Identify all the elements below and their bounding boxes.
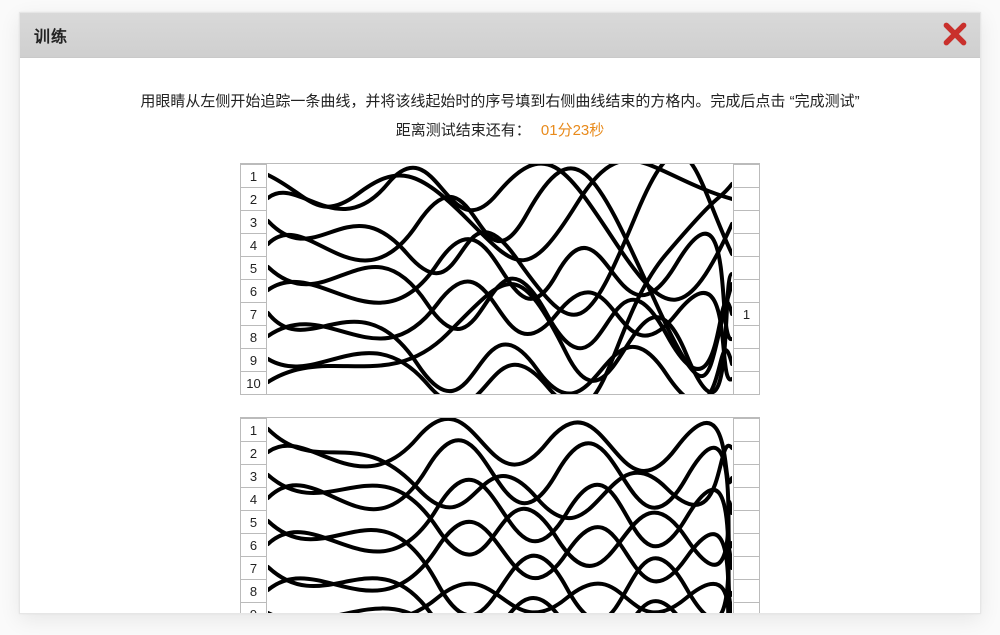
answer-cell[interactable] (733, 371, 759, 394)
curve-canvas-1 (268, 164, 732, 394)
answer-cell[interactable] (733, 487, 759, 510)
answer-cell[interactable]: 1 (733, 302, 759, 325)
answer-cell[interactable] (733, 210, 759, 233)
curve-canvas-2 (268, 418, 732, 614)
left-label: 4 (241, 233, 267, 256)
left-label: 7 (241, 556, 267, 579)
answer-cell[interactable] (733, 233, 759, 256)
answer-cell[interactable] (733, 187, 759, 210)
answer-cell[interactable] (733, 348, 759, 371)
left-label: 3 (241, 464, 267, 487)
left-label: 7 (241, 302, 267, 325)
left-label: 5 (241, 510, 267, 533)
left-label: 3 (241, 210, 267, 233)
left-label: 6 (241, 533, 267, 556)
left-label: 2 (241, 187, 267, 210)
answer-cell[interactable] (733, 325, 759, 348)
curve-board-2: 1 2 3 4 5 6 7 8 9 10 (240, 417, 760, 614)
instructions-text: 用眼睛从左侧开始追踪一条曲线，并将该线起始时的序号填到右侧曲线结束的方格内。完成… (50, 88, 950, 117)
answer-cell[interactable] (733, 418, 759, 441)
instructions: 用眼睛从左侧开始追踪一条曲线，并将该线起始时的序号填到右侧曲线结束的方格内。完成… (50, 88, 950, 145)
left-label: 1 (241, 418, 267, 441)
answer-cell[interactable] (733, 556, 759, 579)
left-label: 4 (241, 487, 267, 510)
title-bar: 训练 (20, 13, 980, 58)
answer-cell[interactable] (733, 464, 759, 487)
close-icon (942, 21, 968, 47)
dialog-window: 训练 用眼睛从左侧开始追踪一条曲线，并将该线起始时的序号填到右侧曲线结束的方格内… (19, 12, 981, 614)
timer-value: 01分23秒 (541, 122, 604, 139)
left-label: 2 (241, 441, 267, 464)
left-label: 6 (241, 279, 267, 302)
left-label: 5 (241, 256, 267, 279)
close-button[interactable] (942, 21, 968, 47)
left-label: 1 (241, 164, 267, 187)
answer-cell[interactable] (733, 579, 759, 602)
boards-wrap: 1 2 3 4 5 6 7 1 8 9 10 (240, 163, 760, 614)
left-label: 9 (241, 602, 267, 614)
window-title: 训练 (34, 23, 68, 47)
content-area: 用眼睛从左侧开始追踪一条曲线，并将该线起始时的序号填到右侧曲线结束的方格内。完成… (20, 58, 980, 614)
answer-cell[interactable] (733, 256, 759, 279)
answer-cell[interactable] (733, 602, 759, 614)
answer-cell[interactable] (733, 441, 759, 464)
left-label: 10 (241, 371, 267, 394)
left-label: 8 (241, 325, 267, 348)
timer-label: 距离测试结束还有： (396, 122, 531, 139)
curve-board-1: 1 2 3 4 5 6 7 1 8 9 10 (240, 163, 760, 395)
answer-cell[interactable] (733, 164, 759, 187)
answer-cell[interactable] (733, 533, 759, 556)
answer-cell[interactable] (733, 279, 759, 302)
left-label: 9 (241, 348, 267, 371)
answer-cell[interactable] (733, 510, 759, 533)
left-label: 8 (241, 579, 267, 602)
